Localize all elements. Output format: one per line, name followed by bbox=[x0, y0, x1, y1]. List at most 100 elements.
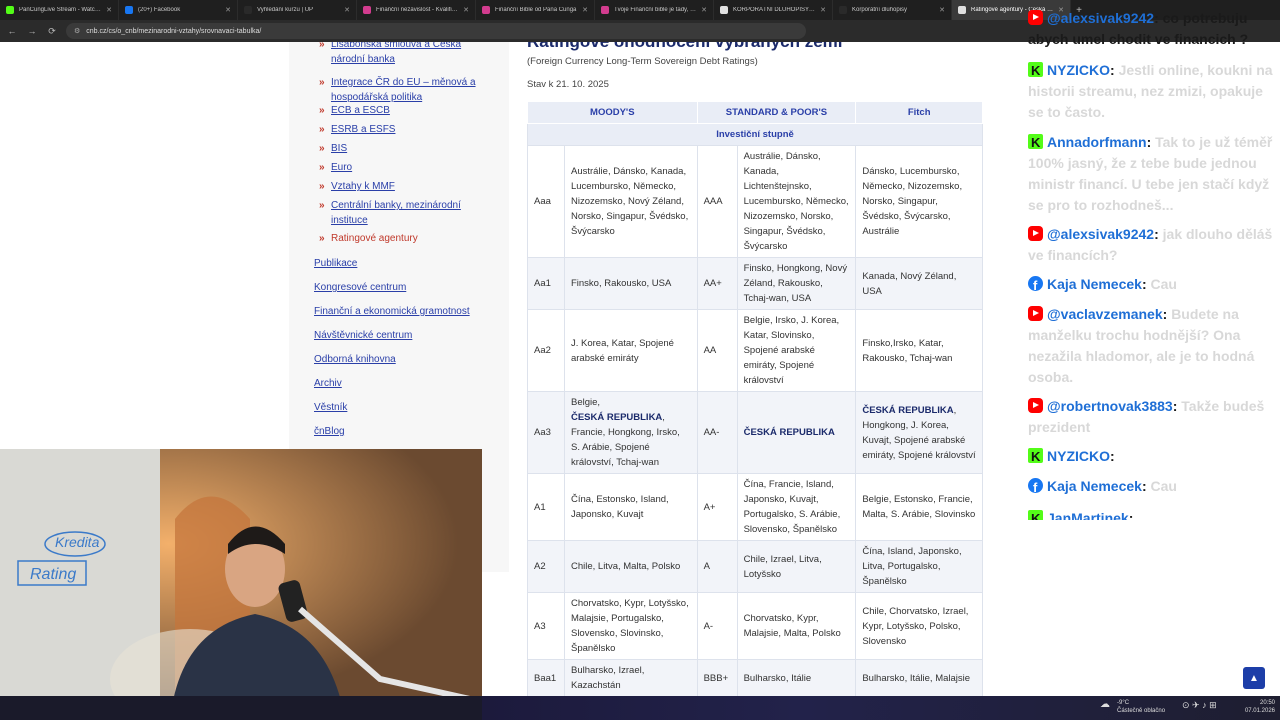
fitch-countries: Čína, Island, Japonsko, Litva, Portugals… bbox=[855, 540, 983, 593]
sp-countries: Austrálie, Dánsko, Kanada, Lichtenštejns… bbox=[736, 145, 857, 258]
chat-message: @vaclavzemanek: Budete na manželku troch… bbox=[1028, 304, 1274, 388]
table-row: A2 Chile, Litva, Malta, Polsko A Chile, Izr… bbox=[527, 540, 983, 593]
moodys-countries: Čína, Estonsko, Island, Japonsko, Kuvajt bbox=[563, 473, 698, 541]
czech-republic-highlight: ČESKÁ REPUBLIKA bbox=[570, 412, 663, 423]
os-taskbar: ☁ -9°C Částečně oblačno ⊙ ✈ ♪ ⊞ 20:50 07… bbox=[0, 696, 1280, 720]
sidebar-subitem[interactable]: » Integrace ČR do EU – měnová a hospodářsk… bbox=[319, 76, 476, 105]
moodys-countries: Finsko, Rakousko, USA bbox=[563, 257, 698, 310]
sp-countries: Bulharsko, Itálie bbox=[736, 659, 857, 696]
chat-username: @alexsivak9242 bbox=[1047, 10, 1155, 26]
tab-favicon-icon bbox=[482, 6, 490, 14]
fitch-countries: Chile, Chorvatsko, Izrael, Kypr, Lotyšsk… bbox=[855, 592, 983, 660]
chat-colon: : bbox=[1146, 134, 1156, 150]
chevron-right-icon: » bbox=[319, 233, 325, 244]
browser-tab[interactable]: PanCungLive Stream - Watch Li ✕ bbox=[0, 0, 119, 20]
sidebar-nav-link[interactable]: Návštěvnické centrum bbox=[314, 330, 412, 341]
tab-close-icon[interactable]: ✕ bbox=[344, 6, 350, 14]
country-text: Belgie, bbox=[570, 397, 601, 408]
sidebar-nav-link[interactable]: čnBlog bbox=[314, 426, 345, 437]
chat-message: NYZICKO: Jestli online, koukni na histor… bbox=[1028, 60, 1274, 123]
fitch-countries: ČESKÁ REPUBLIKA, Hongkong, J. Korea, Kuv… bbox=[855, 391, 983, 474]
sp-countries: ČESKÁ REPUBLIKA bbox=[736, 391, 857, 474]
moodys-countries: J. Korea, Katar, Spojené arabské emiráty bbox=[563, 309, 698, 392]
tab-close-icon[interactable]: ✕ bbox=[106, 6, 112, 14]
page-title: Ratingové ohodnocení vybraných zemí bbox=[527, 42, 843, 52]
sidebar-subitem[interactable]: » ECB a ESCB bbox=[319, 104, 390, 119]
youtube-icon bbox=[1028, 398, 1043, 413]
tab-title: Vyhledání kurzu | ÚP bbox=[257, 7, 314, 13]
tray-icons[interactable]: ⊙ ✈ ♪ ⊞ bbox=[1182, 701, 1217, 710]
forward-icon[interactable]: → bbox=[26, 26, 38, 36]
tab-title: Korporátní dluhopisy bbox=[852, 7, 908, 13]
table-row: Aa3 Belgie, ČESKÁ REPUBLIKA, Francie, Hong… bbox=[527, 391, 983, 474]
chat-colon: : bbox=[1110, 448, 1115, 464]
chat-text: Cau bbox=[1150, 276, 1177, 292]
browser-tab[interactable]: KORPORÁTNÍ DLUHOPISY - Hle ✕ bbox=[714, 0, 833, 20]
tab-favicon-icon bbox=[958, 6, 966, 14]
chat-username: Kaja Nemecek bbox=[1047, 478, 1142, 494]
sidebar-subitem[interactable]: » Lisabonská smlouva a Česká národní banka bbox=[319, 42, 461, 67]
sidebar-nav-link[interactable]: Archiv bbox=[314, 378, 342, 389]
address-bar[interactable]: ⚙ cnb.cz/cs/o_cnb/mezinarodni-vztahy/sro… bbox=[66, 23, 806, 39]
chat-message: @alexsivak9242: jak dlouho děláš ve fina… bbox=[1028, 224, 1274, 266]
sidebar-subitem-label: Ratingové agentury bbox=[331, 233, 418, 244]
tab-close-icon[interactable]: ✕ bbox=[939, 6, 945, 14]
sidebar-subitem-label: ECB a ESCB bbox=[331, 105, 390, 116]
sidebar-subitem[interactable]: » Ratingové agentury bbox=[319, 232, 418, 247]
ratings-table: MOODY'S STANDARD & POOR'S Fitch Investič… bbox=[527, 101, 983, 696]
moodys-countries: Austrálie, Dánsko, Kanada, Lucembursko, … bbox=[563, 145, 698, 258]
tab-close-icon[interactable]: ✕ bbox=[701, 6, 707, 14]
site-info-icon[interactable]: ⚙ bbox=[74, 27, 80, 35]
sp-code: A- bbox=[696, 592, 738, 660]
sp-code: AAA bbox=[696, 145, 738, 258]
reload-icon[interactable]: ⟳ bbox=[46, 26, 58, 37]
scroll-to-top-button[interactable]: ▲ bbox=[1243, 667, 1265, 689]
browser-tab[interactable]: Korporátní dluhopisy ✕ bbox=[833, 0, 952, 20]
sidebar-subitem[interactable]: » Centrální banky, mezinárodní instituce bbox=[319, 199, 461, 228]
sidebar-nav-link[interactable]: Kongresové centrum bbox=[314, 282, 406, 293]
moodys-code: Aaa bbox=[527, 145, 565, 258]
clock-time: 20:50 bbox=[1259, 700, 1275, 706]
kick-icon bbox=[1028, 446, 1043, 467]
tab-title: Finanční nezávislost - Kvalifikac bbox=[376, 7, 459, 13]
chat-username: Kaja Nemecek bbox=[1047, 276, 1142, 292]
sp-countries: Finsko, Hongkong, Nový Zéland, Rakousko,… bbox=[736, 257, 857, 310]
chat-message: Kaja Nemecek: Cau bbox=[1028, 476, 1274, 498]
back-icon[interactable]: ← bbox=[6, 26, 18, 36]
browser-tab[interactable]: Vyhledání kurzu | ÚP ✕ bbox=[238, 0, 357, 20]
moodys-countries: Chorvatsko, Kypr, Lotyšsko, Malajsie, Po… bbox=[563, 592, 698, 660]
tab-close-icon[interactable]: ✕ bbox=[582, 6, 588, 14]
browser-tab[interactable]: (20+) Facebook ✕ bbox=[119, 0, 238, 20]
sidebar-subitem-label: Centrální banky, mezinárodní bbox=[331, 200, 461, 211]
sidebar-subitem[interactable]: » Euro bbox=[319, 161, 352, 176]
sidebar-nav-link[interactable]: Finanční a ekonomická gramotnost bbox=[314, 306, 470, 317]
chat-message: @robertnovak3883: Takže budeš prezident bbox=[1028, 396, 1274, 438]
tab-close-icon[interactable]: ✕ bbox=[820, 6, 826, 14]
sidebar-subitem[interactable]: » BIS bbox=[319, 142, 347, 157]
tab-close-icon[interactable]: ✕ bbox=[463, 6, 469, 14]
chat-message: Annadorfmann: Tak to je už téměř 100% ja… bbox=[1028, 132, 1274, 216]
chat-message: JanMartinek: ... bbox=[1028, 508, 1274, 520]
sidebar-nav-link[interactable]: Odborná knihovna bbox=[314, 354, 396, 365]
sidebar-subitem[interactable]: » ESRB a ESFS bbox=[319, 123, 396, 138]
sidebar-nav-link[interactable]: Publikace bbox=[314, 258, 357, 269]
czech-republic-highlight: ČESKÁ REPUBLIKA bbox=[743, 427, 835, 438]
column-header-fitch: Fitch bbox=[855, 101, 983, 124]
sp-code: AA- bbox=[696, 391, 738, 474]
chat-username: NYZICKO bbox=[1047, 62, 1110, 78]
chat-colon: : bbox=[1154, 10, 1163, 26]
clock-date: 07.01.2026 bbox=[1244, 708, 1275, 714]
moodys-code: A1 bbox=[527, 473, 565, 541]
fitch-countries: Belgie, Estonsko, Francie, Malta, S. Ará… bbox=[855, 473, 983, 541]
sidebar-subitem-label: ESRB a ESFS bbox=[331, 124, 396, 135]
fitch-countries: Finsko,Irsko, Katar, Rakousko, Tchaj-wan bbox=[855, 309, 983, 392]
sidebar-nav-link[interactable]: Věstník bbox=[314, 402, 347, 413]
tab-close-icon[interactable]: ✕ bbox=[225, 6, 231, 14]
facebook-icon bbox=[1028, 477, 1043, 498]
browser-tab[interactable]: Finanční Bible od Pana Čunga ✕ bbox=[476, 0, 595, 20]
browser-tab[interactable]: Finanční nezávislost - Kvalifikac ✕ bbox=[357, 0, 476, 20]
sidebar-subitem[interactable]: » Vztahy k MMF bbox=[319, 180, 395, 195]
moodys-countries: Belgie, ČESKÁ REPUBLIKA, Francie, Hongkon… bbox=[563, 391, 698, 474]
browser-tab[interactable]: Tvoje Finanční bible je tady, Pa ✕ bbox=[595, 0, 714, 20]
tab-favicon-icon bbox=[125, 6, 133, 14]
